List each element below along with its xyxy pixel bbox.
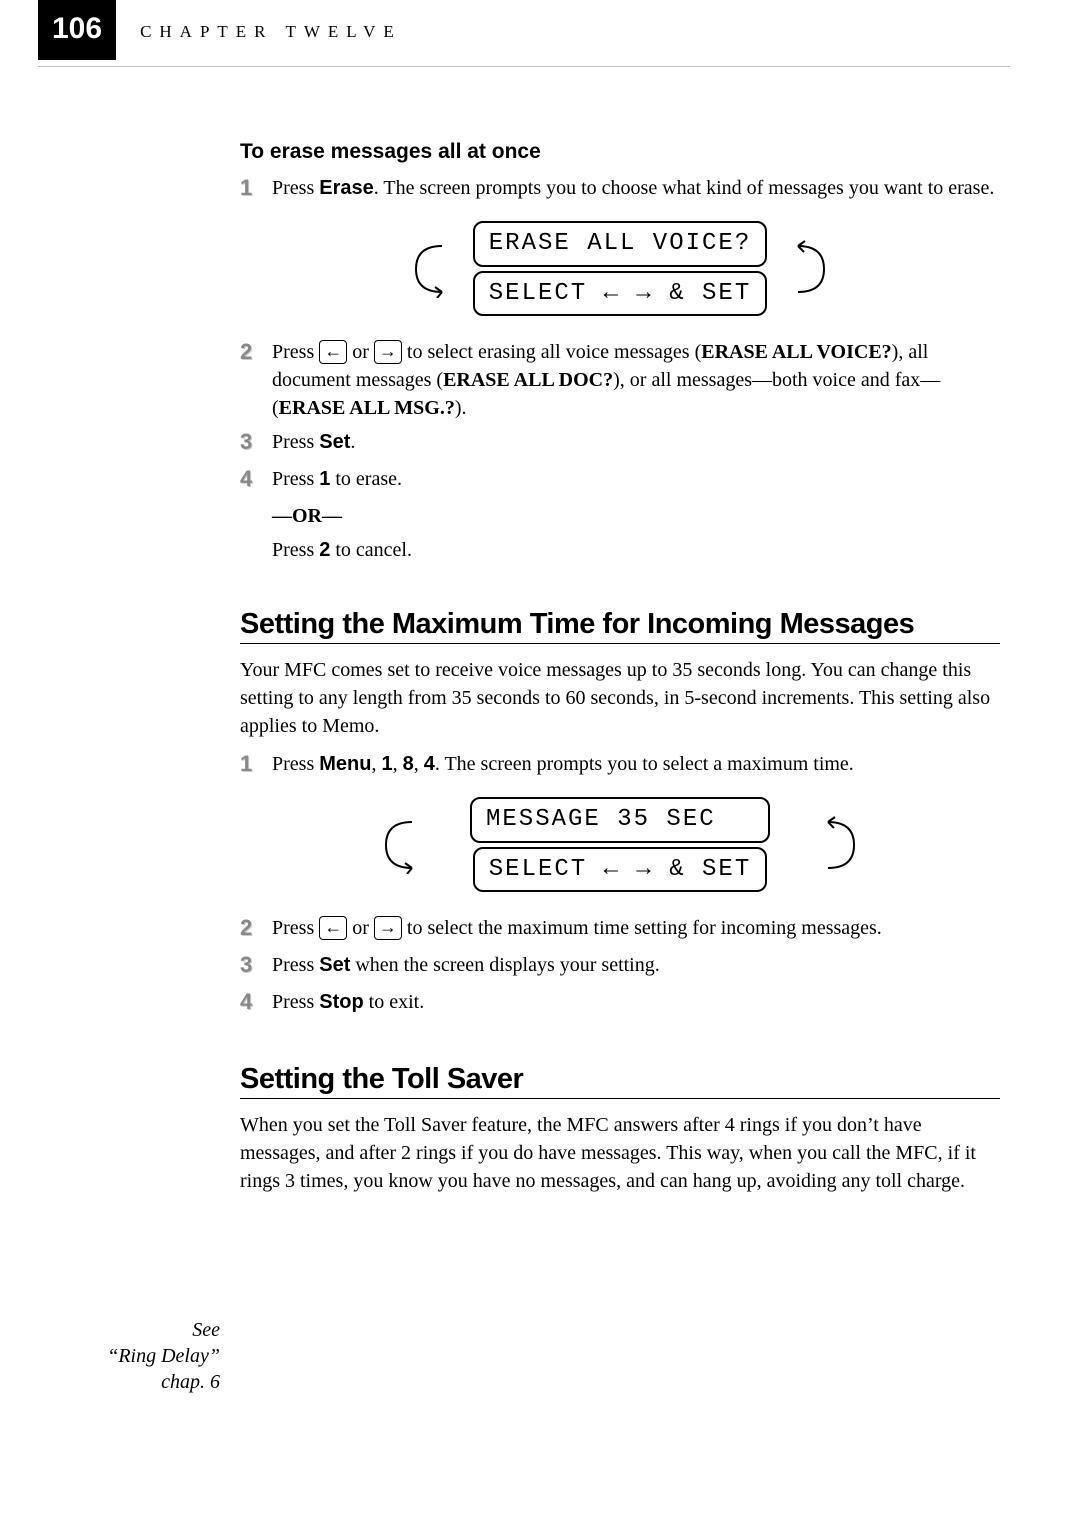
cycle-arrow-right-icon (792, 240, 830, 298)
text: Press (272, 917, 319, 939)
key-set: Set (319, 431, 350, 453)
subheading-erase-all: To erase messages all at once (240, 137, 1000, 166)
key-stop: Stop (319, 991, 363, 1013)
text: Press (272, 954, 319, 976)
step-3b: 3 Press Set when the screen displays you… (240, 951, 1000, 982)
text: to select erasing all voice messages ( (402, 341, 701, 363)
step-number-icon: 4 (240, 987, 272, 1018)
key-8: 8 (403, 753, 414, 775)
text: . The screen prompts you to select a max… (435, 753, 854, 775)
text: Press (272, 468, 319, 490)
text: to exit. (364, 991, 425, 1013)
text: Press (272, 431, 319, 453)
step-number-icon: 1 (240, 749, 272, 780)
left-arrow-key-icon: ← (319, 340, 347, 364)
option-erase-voice: ERASE ALL VOICE? (701, 341, 891, 363)
right-arrow-key-icon: → (374, 916, 402, 940)
chapter-label: CHAPTER TWELVE (140, 20, 402, 44)
lcd-line-2: SELECT ← → & SET (473, 847, 767, 893)
step-number-icon: 1 (240, 173, 272, 204)
step-3a: 3 Press Set. (240, 428, 1000, 459)
right-arrow-key-icon: → (374, 340, 402, 364)
margin-line: “Ring Delay” (70, 1343, 220, 1369)
intro-toll-saver: When you set the Toll Saver feature, the… (240, 1111, 1000, 1195)
text: to erase. (330, 468, 402, 490)
text: Press (272, 177, 319, 199)
key-4: 4 (424, 753, 435, 775)
option-erase-msg: ERASE ALL MSG.? (279, 397, 455, 419)
text: ). (455, 397, 467, 419)
alt-action: Press 2 to cancel. (272, 536, 1000, 564)
intro-max-time: Your MFC comes set to receive voice mess… (240, 656, 1000, 740)
lcd-line-2: SELECT ← → & SET (473, 271, 767, 317)
key-erase: Erase (319, 177, 374, 199)
step-4a: 4 Press 1 to erase. (240, 465, 1000, 496)
text: Press (272, 341, 319, 363)
text: , (414, 753, 424, 775)
key-1: 1 (381, 753, 392, 775)
key-set: Set (319, 954, 350, 976)
text: . (350, 431, 355, 453)
cycle-arrow-left-icon (410, 240, 448, 298)
margin-line: See (70, 1317, 220, 1343)
key-menu: Menu (319, 753, 371, 775)
step-2a: 2 Press ← or → to select erasing all voi… (240, 338, 1000, 422)
header-rule (38, 66, 1010, 67)
margin-line: chap. 6 (70, 1369, 220, 1395)
option-erase-doc: ERASE ALL DOC? (443, 369, 613, 391)
text: Press (272, 991, 319, 1013)
margin-cross-reference: See “Ring Delay” chap. 6 (70, 1317, 220, 1395)
section-rule (240, 643, 1000, 644)
page-header: 106 CHAPTER TWELVE (0, 0, 1080, 60)
cycle-arrow-right-icon (822, 816, 860, 874)
lcd-line-1: ERASE ALL VOICE? (473, 221, 767, 267)
step-1a: 1 Press Erase. The screen prompts you to… (240, 174, 1000, 205)
text: when the screen displays your setting. (350, 954, 659, 976)
section-rule (240, 1098, 1000, 1099)
text: Press (272, 539, 319, 561)
text: Press (272, 753, 319, 775)
left-arrow-key-icon: ← (319, 916, 347, 940)
step-number-icon: 3 (240, 427, 272, 458)
heading-max-time: Setting the Maximum Time for Incoming Me… (240, 608, 1000, 641)
step-number-icon: 3 (240, 950, 272, 981)
step-2b: 2 Press ← or → to select the maximum tim… (240, 914, 1000, 945)
heading-toll-saver: Setting the Toll Saver (240, 1063, 1000, 1096)
step-number-icon: 2 (240, 913, 272, 944)
main-content: To erase messages all at once 1 Press Er… (240, 137, 1000, 1195)
step-number-icon: 2 (240, 337, 272, 368)
lcd-display-message-time: MESSAGE 35 SEC SELECT ← → & SET (240, 795, 1000, 894)
lcd-line-1: MESSAGE 35 SEC (470, 797, 770, 843)
key-1: 1 (319, 468, 330, 490)
text: , (371, 753, 381, 775)
text: to cancel. (330, 539, 412, 561)
step-1b: 1 Press Menu, 1, 8, 4. The screen prompt… (240, 750, 1000, 781)
key-2: 2 (319, 539, 330, 561)
cycle-arrow-left-icon (380, 816, 418, 874)
text: or (347, 341, 374, 363)
step-number-icon: 4 (240, 464, 272, 495)
page-number: 106 (38, 0, 116, 60)
or-divider: —OR— (272, 502, 1000, 530)
text: to select the maximum time setting for i… (402, 917, 882, 939)
step-4b: 4 Press Stop to exit. (240, 988, 1000, 1019)
lcd-display-erase: ERASE ALL VOICE? SELECT ← → & SET (240, 219, 1000, 318)
text: . The screen prompts you to choose what … (374, 177, 995, 199)
text: , (393, 753, 403, 775)
text: or (347, 917, 374, 939)
